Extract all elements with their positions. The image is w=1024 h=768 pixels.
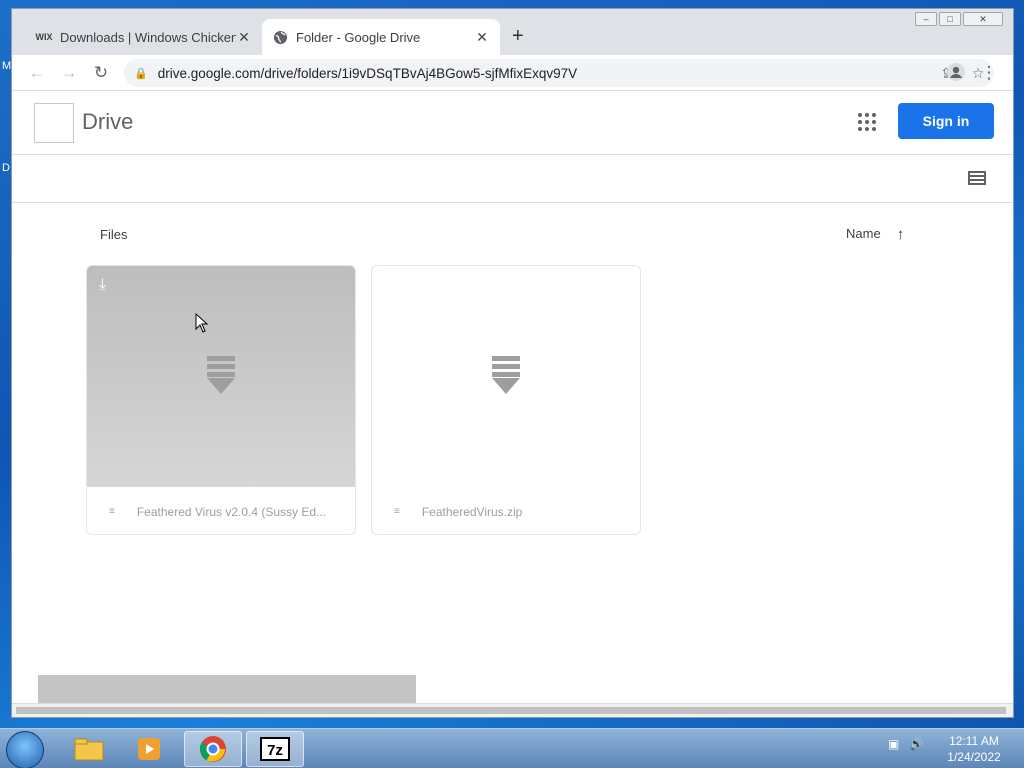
tab-google-drive[interactable]: Folder - Google Drive ✕: [262, 19, 500, 55]
file-name-row[interactable]: ≡ FeatheredVirus.zip: [372, 487, 640, 534]
volume-icon[interactable]: 🔊: [909, 737, 924, 751]
archive-file-icon: ≡: [394, 506, 400, 517]
scrollbar-thumb[interactable]: [16, 707, 1006, 714]
7zip-icon[interactable]: 7z: [246, 731, 304, 767]
desktop-icon-label: D: [2, 162, 10, 174]
files-heading: Files: [100, 227, 128, 242]
close-icon[interactable]: ✕: [474, 29, 490, 46]
horizontal-scrollbar[interactable]: [12, 703, 1013, 717]
new-tab-button[interactable]: +: [512, 25, 524, 48]
address-bar[interactable]: 🔒 drive.google.com/drive/folders/1i9vDSq…: [124, 59, 994, 87]
globe-icon: [272, 29, 288, 45]
file-name: Feathered Virus v2.0.4 (Sussy Ed...: [136, 504, 327, 519]
system-tray: ▣ 🔊: [888, 737, 924, 751]
svg-text:7z: 7z: [267, 742, 283, 759]
close-window-button[interactable]: ✕: [963, 12, 1003, 26]
mouse-cursor-icon: [195, 313, 209, 333]
notification-banner: [38, 675, 416, 703]
clock[interactable]: 12:11 AM 1/24/2022: [934, 733, 1014, 765]
archive-file-icon: [207, 355, 235, 398]
list-view-icon[interactable]: [968, 171, 986, 185]
tab-title: Downloads | Windows Chicken: [60, 29, 236, 45]
close-icon[interactable]: ✕: [236, 29, 252, 46]
maximize-button[interactable]: □: [939, 12, 961, 26]
tab-downloads[interactable]: WIX Downloads | Windows Chicken ✕: [26, 19, 262, 55]
sort-label: Name: [846, 226, 881, 241]
network-icon[interactable]: ▣: [888, 737, 899, 751]
archive-file-icon: ≡: [109, 506, 115, 517]
drive-header: Drive Sign in: [12, 91, 1013, 155]
window-controls: – □ ✕: [915, 12, 1003, 26]
file-name-row[interactable]: ≡ Feathered Virus v2.0.4 (Sussy Ed...: [87, 487, 355, 534]
arrow-up-icon[interactable]: ↑: [897, 226, 905, 243]
clock-date: 1/24/2022: [947, 750, 1001, 764]
file-thumbnail[interactable]: ⤓: [87, 266, 355, 487]
wix-icon: WIX: [35, 32, 53, 42]
drive-logo[interactable]: [34, 103, 74, 143]
file-card[interactable]: ≡ FeatheredVirus.zip: [371, 265, 641, 535]
archive-file-icon: [492, 355, 520, 398]
media-player-icon[interactable]: [120, 731, 178, 767]
page-title: Drive: [82, 109, 134, 134]
forward-icon[interactable]: →: [58, 62, 80, 84]
menu-icon[interactable]: ⋮: [978, 62, 1000, 84]
start-button[interactable]: [6, 731, 44, 768]
tab-title: Folder - Google Drive: [296, 29, 421, 45]
back-icon[interactable]: ←: [26, 62, 48, 84]
taskbar: 7z ▣ 🔊 12:11 AM 1/24/2022: [0, 728, 1024, 768]
sign-in-button[interactable]: Sign in: [898, 103, 994, 139]
profile-icon[interactable]: [945, 62, 967, 84]
lock-icon: 🔒: [134, 67, 148, 80]
reload-icon[interactable]: ↻: [90, 62, 112, 84]
file-card[interactable]: ⤓ ≡ Feathered Virus v2.0.4 (Sussy Ed...: [86, 265, 356, 535]
browser-window: WIX Downloads | Windows Chicken ✕ Folder…: [11, 8, 1014, 718]
clock-time: 12:11 AM: [949, 734, 999, 748]
view-bar: [12, 155, 1013, 203]
file-explorer-icon[interactable]: [60, 731, 118, 767]
tab-strip: WIX Downloads | Windows Chicken ✕ Folder…: [12, 9, 1013, 55]
chrome-icon[interactable]: [184, 731, 242, 767]
file-thumbnail[interactable]: [372, 266, 640, 487]
desktop-icon-label: M: [2, 60, 12, 72]
browser-toolbar: ← → ↻ 🔒 drive.google.com/drive/folders/1…: [12, 55, 1013, 91]
apps-grid-icon[interactable]: [858, 113, 876, 131]
drive-page: Drive Sign in Files Name ↑ ⤓ ≡ Feathered…: [12, 91, 1013, 703]
file-name: FeatheredVirus.zip: [421, 504, 523, 519]
minimize-button[interactable]: –: [915, 12, 937, 26]
download-icon[interactable]: ⤓: [99, 276, 106, 294]
sort-control[interactable]: Name ↑: [846, 226, 904, 243]
url-text: drive.google.com/drive/folders/1i9vDSqTB…: [157, 65, 578, 81]
